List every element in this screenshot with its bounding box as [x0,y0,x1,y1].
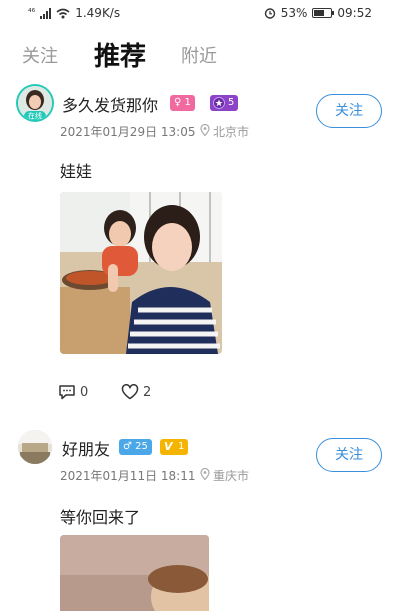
like-button[interactable]: 2 [121,384,151,400]
network-type: ⁴⁶ [28,8,36,18]
follow-button[interactable]: 关注 [316,94,382,128]
comment-count: 0 [80,384,89,400]
gender-age-badge: ♀ 1 [170,95,195,111]
gender-age-badge: ♂ 25 [119,439,152,455]
post-text: 娃娃 [60,162,93,181]
tab-nearby[interactable]: 附近 [181,42,217,68]
wifi-icon [56,8,70,18]
vip-icon: V [164,440,173,453]
avatar[interactable] [18,430,52,464]
status-right: 53% 09:52 [264,6,372,20]
post-photo[interactable] [60,192,222,354]
post-card: 好朋友 ♂ 25 V 1 2021年01月11日 18:11 重庆市 关注 等你… [0,428,400,611]
post-location: 北京市 [213,125,250,139]
clock: 09:52 [337,6,372,20]
post-photo-image [60,192,222,354]
network-speed: 1.49K/s [75,6,121,20]
follow-button[interactable]: 关注 [316,438,382,472]
star-icon [213,97,225,109]
post-photo[interactable] [60,535,209,611]
location-icon [200,124,210,136]
post-time: 2021年01月29日 13:05 [60,125,196,139]
status-bar: ⁴⁶ 1.49K/s 53% 09:52 [0,0,400,28]
vip-badge: V 1 [160,439,189,455]
level-badge: 5 [210,95,239,111]
comment-icon [59,385,75,400]
alarm-icon [264,8,275,19]
top-tabs: 关注 推荐 附近 [0,36,400,76]
post-text: 等你回来了 [60,508,141,527]
post-card: 在线 多久发货那你 ♀ 1 5 2021年01月29日 13:05 北京市 关注… [0,84,400,414]
avatar[interactable]: 在线 [18,86,52,120]
battery-icon [312,8,335,18]
like-count: 2 [143,384,152,400]
heart-icon [121,384,139,400]
avatar-photo [18,430,52,464]
level-value: 5 [228,97,235,108]
tab-following[interactable]: 关注 [22,42,58,68]
signal-icon [40,7,52,19]
battery-percent: 53% [280,6,308,20]
tab-recommended[interactable]: 推荐 [94,36,146,73]
username[interactable]: 多久发货那你 [62,92,158,116]
comment-button[interactable]: 0 [58,384,88,400]
post-photo-image [60,535,209,611]
status-left: ⁴⁶ 1.49K/s [28,6,120,20]
username[interactable]: 好朋友 [62,436,110,460]
battery-fill [314,10,324,16]
online-indicator: 在线 [24,111,46,120]
post-time: 2021年01月11日 18:11 [60,469,196,483]
post-location: 重庆市 [213,469,250,483]
vip-level: 1 [178,441,185,452]
location-icon [200,468,210,480]
